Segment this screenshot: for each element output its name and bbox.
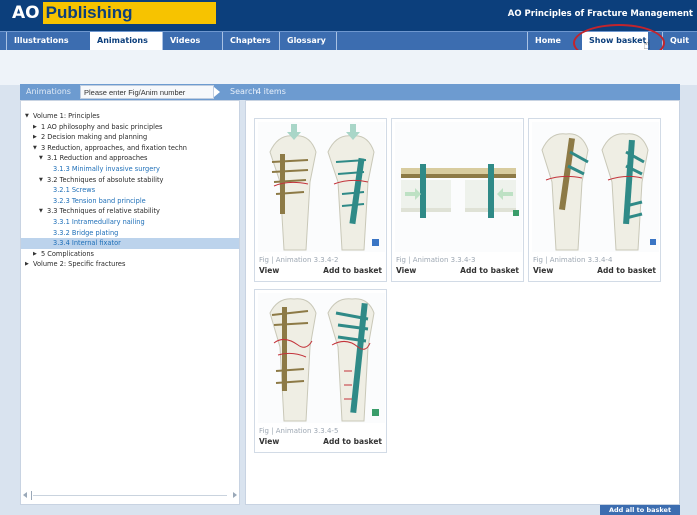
- tree-node[interactable]: ▼ 3.1 Reduction and approaches: [21, 153, 239, 164]
- animation-caption: Fig | Animation 3.3.4-5: [259, 427, 339, 435]
- tree-node[interactable]: ▶ 1 AO philosophy and basic principles: [21, 122, 239, 133]
- animation-grid: Fig | Animation 3.3.4-2 View Add to bask…: [245, 100, 680, 505]
- animation-card[interactable]: Fig | Animation 3.3.4-3 View Add to bask…: [391, 118, 524, 282]
- collapsed-triangle-icon[interactable]: ▶: [33, 122, 37, 133]
- tree-node[interactable]: ▼ 3.3 Techniques of relative stability: [21, 206, 239, 217]
- tree-node-label: 3.3 Techniques of relative stability: [47, 207, 160, 216]
- tree-node-label: 3 Reduction, approaches, and fixation te…: [41, 143, 187, 152]
- tree-node[interactable]: 3.1.3 Minimally invasive surgery: [21, 164, 239, 175]
- add-to-basket-button[interactable]: Add to basket: [323, 266, 382, 275]
- tree-node[interactable]: ▼ 3 Reduction, approaches, and fixation t…: [21, 143, 239, 154]
- animation-thumbnail[interactable]: [395, 122, 522, 252]
- tree-node-label: 3.2.1 Screws: [53, 186, 96, 195]
- tab-illustrations[interactable]: Illustrations: [6, 32, 90, 50]
- app-window: AO Publishing AO Principles of Fracture …: [0, 0, 697, 515]
- tab-chapters[interactable]: Chapters: [222, 32, 279, 50]
- search-input[interactable]: [80, 85, 214, 99]
- logo-ao-text: AO: [8, 2, 43, 24]
- horizontal-scrollbar[interactable]: [23, 491, 237, 500]
- logo-publishing-text: Publishing: [42, 2, 216, 24]
- scroll-left-icon[interactable]: [23, 492, 27, 498]
- tree-node-label: 3.3.2 Bridge plating: [53, 228, 119, 237]
- search-button[interactable]: Search: [230, 84, 257, 100]
- expanded-triangle-icon[interactable]: ▼: [39, 153, 43, 164]
- scroll-track[interactable]: [33, 495, 227, 496]
- tree-node[interactable]: 3.2.3 Tension band principle: [21, 196, 239, 207]
- expanded-triangle-icon[interactable]: ▼: [25, 111, 29, 122]
- tree-node[interactable]: ▶ 2 Decision making and planning: [21, 132, 239, 143]
- collapsed-triangle-icon[interactable]: ▶: [25, 259, 29, 270]
- item-count: 4 items: [256, 87, 286, 96]
- tree-node[interactable]: 3.3.1 Intramedullary nailing: [21, 217, 239, 228]
- animation-card[interactable]: Fig | Animation 3.3.4-2 View Add to bask…: [254, 118, 387, 282]
- tree-node-label: 3.2.3 Tension band principle: [53, 196, 146, 205]
- tree-node-label: 5 Complications: [41, 249, 94, 258]
- tree-node-label: 3.3.4 Internal fixator: [53, 239, 121, 248]
- animation-caption: Fig | Animation 3.3.4-3: [396, 256, 476, 264]
- animation-thumbnail[interactable]: [258, 293, 385, 423]
- tree-node[interactable]: 3.2.1 Screws: [21, 185, 239, 196]
- view-button[interactable]: View: [259, 266, 279, 275]
- animation-card[interactable]: Fig | Animation 3.3.4-5 View Add to bask…: [254, 289, 387, 453]
- header-spacer: [0, 50, 697, 85]
- search-arrow-icon[interactable]: [214, 87, 220, 97]
- animation-caption: Fig | Animation 3.3.4-4: [533, 256, 613, 264]
- tree-node-label: 1 AO philosophy and basic principles: [41, 122, 163, 131]
- tree-node-label: 3.1 Reduction and approaches: [47, 154, 148, 163]
- animation-caption: Fig | Animation 3.3.4-2: [259, 256, 339, 264]
- chapter-tree: ▼ Volume 1: Principles ▶ 1 AO philosophy an…: [21, 111, 239, 270]
- tab-videos[interactable]: Videos: [162, 32, 222, 50]
- tree-node-label: 3.2 Techniques of absolute stability: [47, 175, 164, 184]
- collapsed-triangle-icon[interactable]: ▶: [33, 249, 37, 260]
- view-button[interactable]: View: [259, 437, 279, 446]
- scroll-thumb[interactable]: [31, 491, 32, 500]
- animation-card[interactable]: Fig | Animation 3.3.4-4 View Add to bask…: [528, 118, 661, 282]
- tab-home[interactable]: Home: [527, 32, 571, 50]
- tree-node[interactable]: 3.3.2 Bridge plating: [21, 228, 239, 239]
- add-to-basket-button[interactable]: Add to basket: [597, 266, 656, 275]
- add-to-basket-button[interactable]: Add to basket: [323, 437, 382, 446]
- header-bar: AO Publishing AO Principles of Fracture …: [0, 0, 697, 50]
- expanded-triangle-icon[interactable]: ▼: [39, 206, 43, 217]
- expanded-triangle-icon[interactable]: ▼: [33, 143, 37, 154]
- toolbar-label: Animations: [26, 87, 71, 96]
- tree-node-label: 3.3.1 Intramedullary nailing: [53, 217, 145, 226]
- scroll-right-icon[interactable]: [233, 492, 237, 498]
- tree-node[interactable]: 3.3.4 Internal fixator: [21, 238, 239, 249]
- tree-node-label: Volume 2: Specific fractures: [33, 260, 126, 269]
- chapter-tree-panel: ▼ Volume 1: Principles ▶ 1 AO philosophy an…: [20, 100, 240, 505]
- tree-node[interactable]: ▼ Volume 1: Principles: [21, 111, 239, 122]
- tree-node-label: 3.1.3 Minimally invasive surgery: [53, 164, 160, 173]
- tree-node-label: Volume 1: Principles: [33, 112, 100, 120]
- tree-node[interactable]: ▼ 3.2 Techniques of absolute stability: [21, 175, 239, 186]
- view-button[interactable]: View: [396, 266, 416, 275]
- add-all-to-basket-button[interactable]: Add all to basket: [600, 505, 680, 515]
- tree-node[interactable]: ▶ Volume 2: Specific fractures: [21, 259, 239, 270]
- expanded-triangle-icon[interactable]: ▼: [39, 175, 43, 186]
- animation-thumbnail[interactable]: [258, 122, 385, 252]
- view-button[interactable]: View: [533, 266, 553, 275]
- tab-quit[interactable]: Quit: [662, 32, 697, 50]
- add-to-basket-button[interactable]: Add to basket: [460, 266, 519, 275]
- tree-node-label: 2 Decision making and planning: [41, 133, 148, 142]
- collapsed-triangle-icon[interactable]: ▶: [33, 132, 37, 143]
- app-title: AO Principles of Fracture Management: [507, 9, 693, 19]
- ao-publishing-logo[interactable]: AO Publishing: [8, 2, 216, 24]
- tab-glossary[interactable]: Glossary: [279, 32, 337, 50]
- nav-bar: Illustrations Animations Videos Chapters…: [0, 31, 697, 50]
- tab-animations[interactable]: Animations: [90, 32, 162, 50]
- tree-node[interactable]: ▶ 5 Complications: [21, 249, 239, 260]
- search-toolbar: Animations Search 4 items: [20, 84, 680, 100]
- tab-show-basket[interactable]: Show basket: [582, 32, 648, 50]
- animation-thumbnail[interactable]: [532, 122, 659, 252]
